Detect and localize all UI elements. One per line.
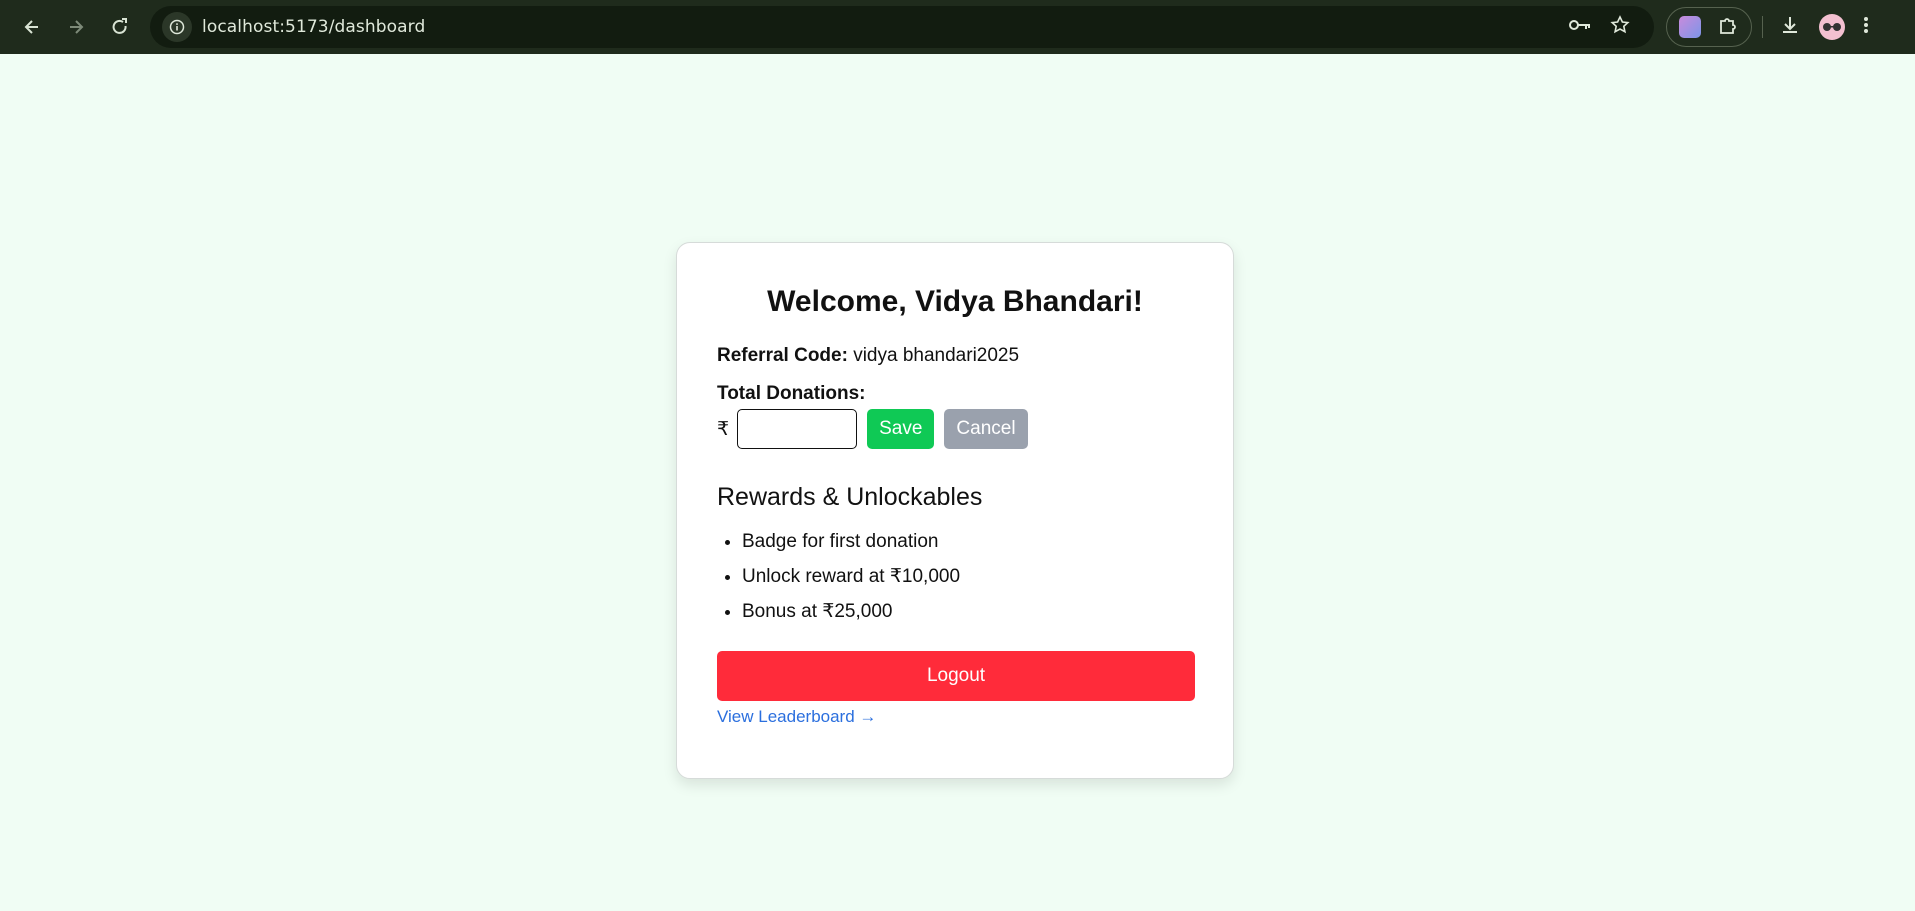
list-item: Bonus at ₹25,000 (742, 594, 1193, 629)
bookmark-star-icon[interactable] (1610, 14, 1630, 40)
forward-arrow-icon[interactable] (54, 5, 98, 49)
reload-icon[interactable] (98, 5, 142, 49)
back-arrow-icon[interactable] (10, 5, 54, 49)
browser-toolbar: localhost:5173/dashboard (0, 0, 1915, 54)
list-item: Badge for first donation (742, 524, 1193, 559)
referral-label: Referral Code: (717, 345, 848, 366)
dashboard-card: Welcome, Vidya Bhandari! Referral Code: … (676, 242, 1234, 779)
view-leaderboard-link[interactable]: View Leaderboard → (717, 707, 876, 727)
cancel-button[interactable]: Cancel (944, 409, 1028, 449)
donation-amount-input[interactable] (737, 409, 858, 449)
puzzle-icon[interactable] (1717, 14, 1739, 40)
donation-edit-row: ₹ Save Cancel (717, 409, 1193, 449)
list-item: Unlock reward at ₹10,000 (742, 559, 1193, 594)
address-bar[interactable]: localhost:5173/dashboard (150, 6, 1654, 48)
password-key-icon[interactable] (1568, 15, 1592, 40)
total-donations-label: Total Donations: (717, 383, 866, 404)
url-text[interactable]: localhost:5173/dashboard (202, 17, 1568, 37)
toolbar-divider (1762, 16, 1763, 38)
menu-kebab-icon[interactable] (1863, 15, 1869, 39)
extension-icon[interactable] (1679, 16, 1701, 38)
download-icon[interactable] (1779, 14, 1801, 40)
referral-code: vidya bhandari2025 (853, 345, 1020, 366)
save-button[interactable]: Save (867, 409, 935, 449)
site-info-icon[interactable] (162, 12, 192, 42)
rewards-heading: Rewards & Unlockables (717, 483, 983, 511)
logout-button[interactable]: Logout (717, 651, 1195, 701)
referral-row: Referral Code: vidya bhandari2025 (717, 345, 1193, 367)
rewards-list: Badge for first donation Unlock reward a… (717, 524, 1193, 629)
welcome-heading: Welcome, Vidya Bhandari! (767, 285, 1143, 318)
profile-avatar-icon[interactable] (1819, 14, 1845, 40)
currency-symbol: ₹ (717, 418, 730, 440)
extensions-group (1666, 7, 1752, 47)
